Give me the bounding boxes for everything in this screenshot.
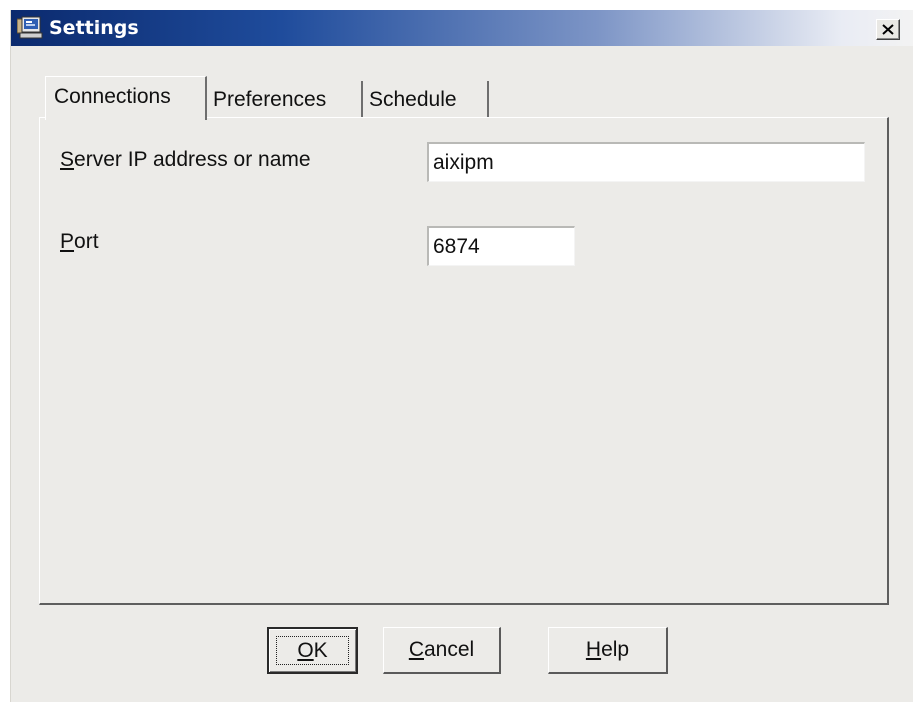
focus-indicator [276,636,349,665]
ok-button[interactable]: OK [267,627,358,674]
tab-panel-connections [39,117,889,605]
settings-dialog: Settings Preferences Schedule Connection… [10,10,913,702]
title-bar[interactable]: Settings [11,10,913,46]
cancel-button[interactable]: Cancel [383,627,501,674]
close-icon [882,24,894,35]
tab-schedule[interactable]: Schedule [363,81,489,118]
close-button[interactable] [876,19,900,40]
port-input[interactable] [427,226,575,266]
port-label: Port [60,230,99,253]
tab-connections[interactable]: Connections [45,76,207,120]
server-address-input[interactable] [427,142,865,182]
tab-preferences[interactable]: Preferences [207,81,363,118]
server-address-label: Server IP address or name [60,148,311,171]
help-button[interactable]: Help [548,627,668,674]
window-title: Settings [49,17,139,39]
settings-app-icon [16,16,43,40]
